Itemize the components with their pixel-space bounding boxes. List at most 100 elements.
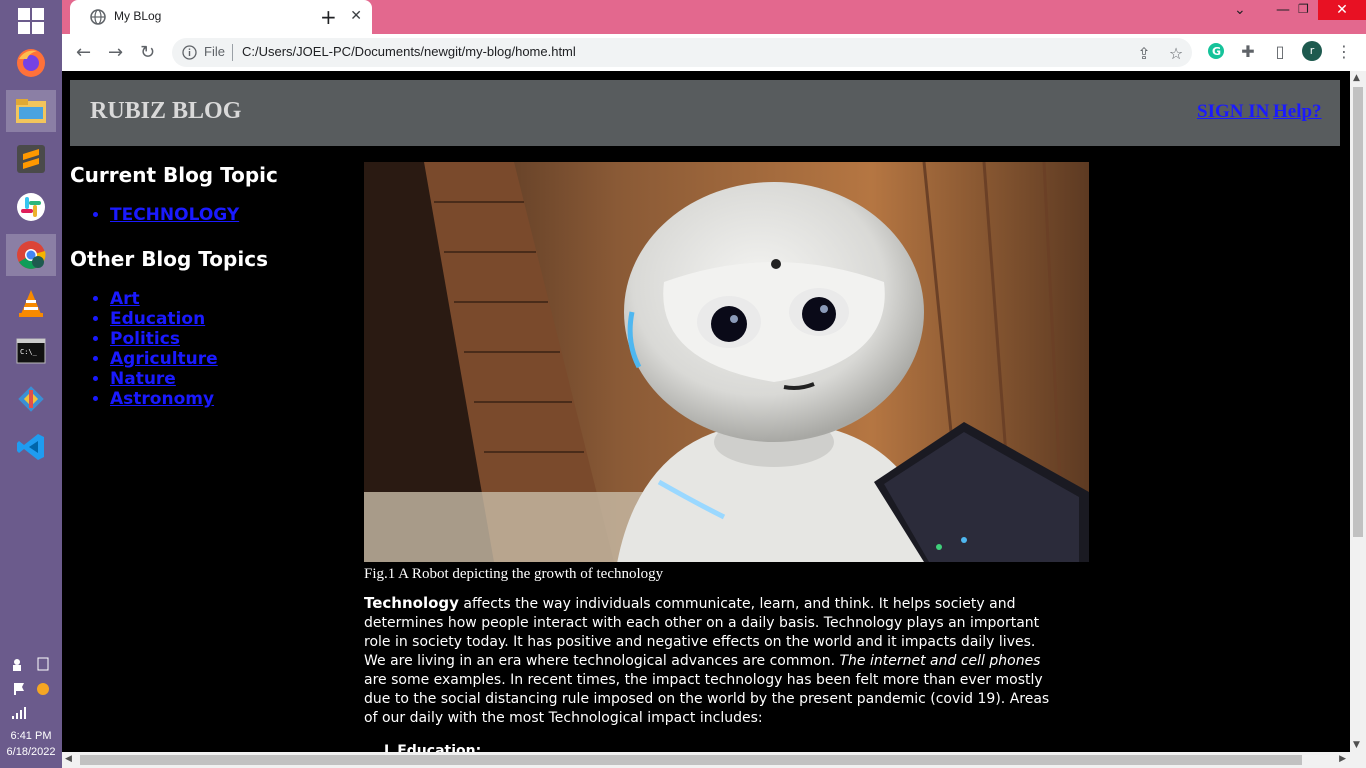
other-topics-list: Art Education Politics Agriculture Natur…: [70, 289, 350, 409]
horizontal-scroll-thumb[interactable]: [80, 755, 1302, 765]
taskbar-git[interactable]: [6, 378, 56, 420]
taskbar-cmd[interactable]: C:\_: [6, 330, 56, 372]
other-topics-heading: Other Blog Topics: [70, 247, 268, 271]
grammarly-icon[interactable]: G: [1206, 41, 1226, 61]
svg-text:C:\_: C:\_: [20, 348, 38, 356]
firefox-icon: [17, 49, 45, 77]
taskbar-vlc[interactable]: [6, 282, 56, 324]
browser-toolbar: ← → ↻ File C:/Users/JOEL-PC/Documents/ne…: [62, 34, 1366, 72]
topic-link-education[interactable]: Education: [110, 309, 205, 329]
list-item: Agriculture: [110, 349, 350, 369]
git-icon: [18, 386, 44, 412]
list-item: Politics: [110, 329, 350, 349]
impact-list: I Education:: [384, 743, 481, 752]
vertical-scrollbar[interactable]: ▲ ▼: [1350, 71, 1366, 752]
menu-kebab-icon[interactable]: ⋮: [1334, 41, 1354, 61]
help-link[interactable]: Help?: [1273, 101, 1322, 123]
side-panel-icon[interactable]: ▯: [1270, 41, 1290, 61]
windows-start-button[interactable]: [6, 0, 56, 42]
tray-network[interactable]: [10, 704, 54, 722]
clock-date: 6/18/2022: [6, 746, 56, 758]
svg-text:G: G: [1212, 45, 1221, 58]
vlc-icon: [19, 290, 43, 317]
sidebar: Current Blog Topic TECHNOLOGY Other Blog…: [70, 163, 350, 409]
minimize-icon[interactable]: —: [1276, 2, 1290, 18]
list-item: Nature: [110, 369, 350, 389]
topic-link-astronomy[interactable]: Astronomy: [110, 389, 214, 409]
list-item: Art: [110, 289, 350, 309]
article-lead: Technology: [364, 594, 459, 612]
list-bullet: I: [384, 743, 390, 752]
notification-flag-icon: [14, 683, 49, 695]
taskbar: C:\_ 6:41 PM 6/18/2022: [0, 0, 62, 768]
list-item-education: Education:: [397, 743, 482, 752]
reload-icon[interactable]: ↻: [140, 42, 155, 63]
topic-link-nature[interactable]: Nature: [110, 369, 176, 389]
clock[interactable]: 6:41 PM 6/18/2022: [0, 730, 62, 758]
omnibox-separator: [232, 44, 233, 61]
chrome-icon: [17, 241, 46, 269]
article-italic: The internet and cell phones: [839, 653, 1041, 669]
tab-strip: My BLog ✕ + ⌄ — ❐ ✕: [62, 0, 1366, 34]
hero-image: [364, 162, 1089, 562]
avatar: r: [1302, 41, 1322, 61]
tray-flag-icons[interactable]: [10, 680, 54, 698]
new-tab-button[interactable]: +: [320, 5, 337, 29]
topic-link-art[interactable]: Art: [110, 289, 140, 309]
url-text[interactable]: C:/Users/JOEL-PC/Documents/newgit/my-blo…: [242, 44, 576, 59]
command-prompt-icon: C:\_: [16, 338, 46, 364]
list-item: TECHNOLOGY: [110, 205, 350, 225]
sign-in-link[interactable]: SIGN IN: [1197, 101, 1269, 123]
slack-icon: [17, 193, 45, 221]
share-icon[interactable]: ⇪: [1134, 43, 1154, 63]
globe-icon: [90, 9, 106, 25]
vertical-scroll-thumb[interactable]: [1353, 87, 1363, 537]
sublime-text-icon: [17, 145, 45, 173]
taskbar-firefox[interactable]: [6, 42, 56, 84]
bookmark-star-icon[interactable]: ☆: [1166, 43, 1186, 63]
scheme-label: File: [204, 44, 225, 59]
people-icon: [13, 657, 49, 671]
scroll-left-icon[interactable]: ◀: [65, 754, 72, 764]
site-header: RUBIZ BLOG SIGN IN Help?: [70, 80, 1340, 146]
tab-title: My BLog: [114, 9, 162, 23]
page-content: RUBIZ BLOG SIGN IN Help? Current Blog To…: [62, 71, 1350, 752]
vscode-icon: [17, 434, 44, 460]
robot-photo: [364, 162, 1089, 562]
scroll-down-icon[interactable]: ▼: [1353, 740, 1360, 750]
site-title: RUBIZ BLOG: [90, 98, 242, 124]
taskbar-slack[interactable]: [6, 186, 56, 228]
topic-link-agriculture[interactable]: Agriculture: [110, 349, 218, 369]
list-item: Astronomy: [110, 389, 350, 409]
signal-icon: [12, 707, 26, 719]
tab-close-icon[interactable]: ✕: [350, 8, 362, 24]
clock-time: 6:41 PM: [10, 730, 52, 742]
taskbar-file-explorer[interactable]: [6, 90, 56, 132]
close-window-icon[interactable]: ✕: [1318, 0, 1366, 20]
article-body: Technology affects the way individuals c…: [364, 594, 1054, 728]
folder-icon: [16, 99, 46, 123]
info-icon: [182, 45, 197, 60]
profile-avatar[interactable]: r: [1302, 41, 1322, 61]
list-item: Education: [110, 309, 350, 329]
scroll-up-icon[interactable]: ▲: [1353, 73, 1360, 83]
article-text-2: are some examples. In recent times, the …: [364, 672, 1050, 726]
extensions-icon[interactable]: ✚: [1238, 41, 1258, 61]
address-bar[interactable]: File C:/Users/JOEL-PC/Documents/newgit/m…: [172, 38, 1192, 67]
taskbar-vscode[interactable]: [6, 426, 56, 468]
tray-people-icons[interactable]: [10, 655, 54, 673]
tab-search-icon[interactable]: ⌄: [1234, 2, 1246, 18]
scroll-right-icon[interactable]: ▶: [1339, 754, 1346, 764]
back-icon[interactable]: ←: [76, 42, 91, 63]
forward-icon[interactable]: →: [108, 42, 123, 63]
current-topic-link[interactable]: TECHNOLOGY: [110, 205, 239, 225]
topic-link-politics[interactable]: Politics: [110, 329, 180, 349]
restore-icon[interactable]: ❐: [1298, 2, 1309, 16]
figure-caption: Fig.1 A Robot depicting the growth of te…: [364, 566, 664, 582]
current-topic-heading: Current Blog Topic: [70, 163, 278, 187]
windows-logo-icon: [18, 8, 44, 34]
taskbar-chrome[interactable]: [6, 234, 56, 276]
current-topic-list: TECHNOLOGY: [70, 205, 350, 225]
taskbar-sublime[interactable]: [6, 138, 56, 180]
horizontal-scrollbar[interactable]: ◀ ▶: [62, 752, 1366, 768]
